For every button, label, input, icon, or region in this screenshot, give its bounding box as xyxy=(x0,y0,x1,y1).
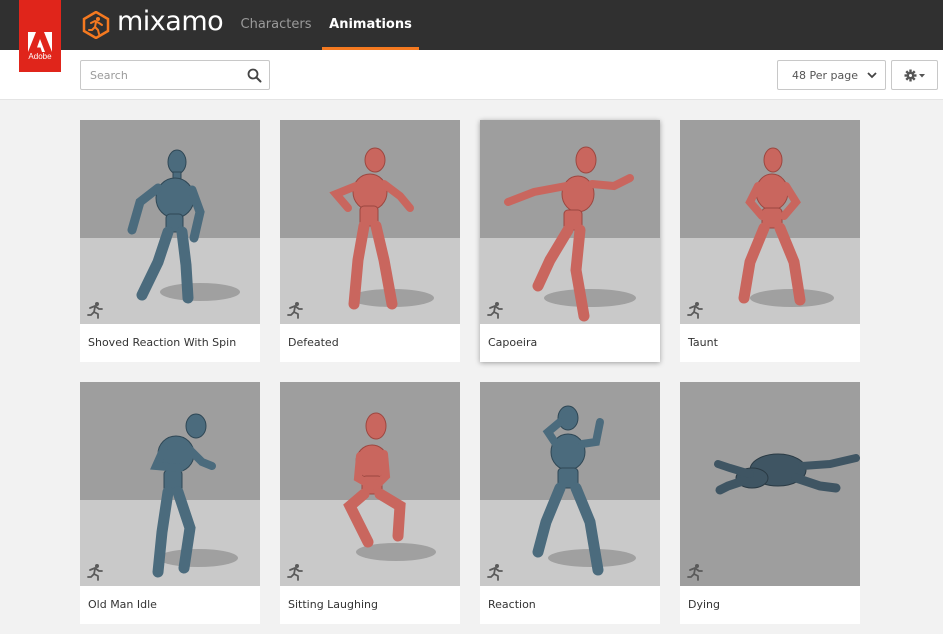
animation-card[interactable]: Shoved Reaction With Spin xyxy=(80,120,260,362)
chevron-down-icon xyxy=(867,72,877,79)
animation-card[interactable]: Defeated xyxy=(280,120,460,362)
figure-preview xyxy=(280,120,460,324)
animation-thumbnail[interactable] xyxy=(80,120,260,324)
animation-title: Sitting Laughing xyxy=(288,598,378,611)
animation-title: Capoeira xyxy=(488,336,538,349)
animation-title: Taunt xyxy=(688,336,718,349)
animation-thumbnail[interactable] xyxy=(680,382,860,586)
gear-icon xyxy=(904,69,925,82)
animation-card[interactable]: Taunt xyxy=(680,120,860,362)
animation-title: Reaction xyxy=(488,598,536,611)
animation-card[interactable]: Sitting Laughing xyxy=(280,382,460,624)
animation-card[interactable]: Capoeira xyxy=(480,120,660,362)
per-page-select[interactable]: 48 Per page xyxy=(777,60,886,90)
animation-type-icon xyxy=(487,564,503,581)
animation-title: Dying xyxy=(688,598,720,611)
animation-card[interactable]: Old Man Idle xyxy=(80,382,260,624)
animation-title: Old Man Idle xyxy=(88,598,157,611)
figure-preview xyxy=(480,382,660,586)
animation-thumbnail[interactable] xyxy=(280,382,460,586)
animation-card[interactable]: Reaction xyxy=(480,382,660,624)
adobe-logo[interactable]: Adobe xyxy=(19,0,61,72)
animation-title: Shoved Reaction With Spin xyxy=(88,336,237,349)
animation-type-icon xyxy=(287,302,303,319)
animation-thumbnail[interactable] xyxy=(480,120,660,324)
search-input[interactable] xyxy=(90,67,240,83)
settings-dropdown-button[interactable] xyxy=(891,60,938,90)
per-page-value: 48 Per page xyxy=(792,69,858,82)
adobe-label: Adobe xyxy=(28,52,52,61)
app-name[interactable]: mixamo xyxy=(117,6,224,37)
animation-type-icon xyxy=(287,564,303,581)
animation-title: Defeated xyxy=(288,336,339,349)
animation-type-icon xyxy=(87,564,103,581)
search-box[interactable] xyxy=(80,60,270,90)
animation-type-icon xyxy=(487,302,503,319)
adobe-a-icon xyxy=(28,32,52,52)
animation-thumbnail[interactable] xyxy=(280,120,460,324)
animation-thumbnail[interactable] xyxy=(80,382,260,586)
toolbar: 48 Per page xyxy=(0,50,943,100)
figure-preview xyxy=(680,120,860,324)
mixamo-logo-icon[interactable] xyxy=(82,11,110,39)
tab-animations[interactable]: Animations xyxy=(322,0,419,50)
tab-characters[interactable]: Characters xyxy=(238,0,314,50)
figure-preview xyxy=(680,382,860,586)
top-navigation-bar: Adobe mixamo Characters Animations xyxy=(0,0,943,72)
figure-preview xyxy=(80,382,260,586)
animation-card[interactable]: Dying xyxy=(680,382,860,624)
figure-preview xyxy=(480,120,660,324)
search-icon[interactable] xyxy=(247,68,262,83)
animation-thumbnail[interactable] xyxy=(480,382,660,586)
figure-preview xyxy=(80,120,260,324)
animation-thumbnail[interactable] xyxy=(680,120,860,324)
animation-type-icon xyxy=(687,302,703,319)
animation-type-icon xyxy=(87,302,103,319)
figure-preview xyxy=(280,382,460,586)
animation-type-icon xyxy=(687,564,703,581)
